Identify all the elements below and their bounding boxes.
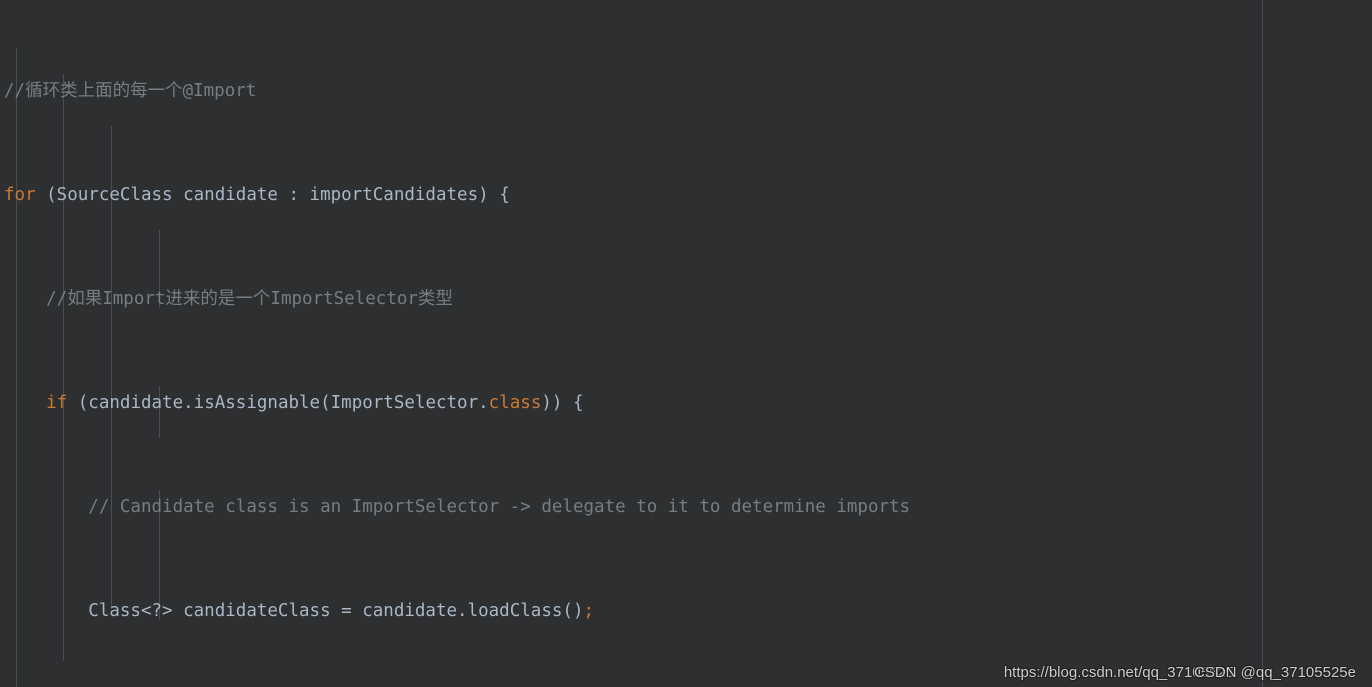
code-text[interactable]: //循环类上面的每一个@Import for (SourceClass cand… bbox=[0, 0, 1372, 687]
code-line: //循环类上面的每一个@Import bbox=[0, 78, 1372, 104]
code-token-comment: //循环类上面的每一个@Import bbox=[4, 81, 257, 101]
code-line: if (candidate.isAssignable(ImportSelecto… bbox=[46, 393, 584, 413]
code-line: // Candidate class is an ImportSelector … bbox=[4, 497, 911, 517]
code-line: for (SourceClass candidate : importCandi… bbox=[4, 185, 510, 205]
code-editor[interactable]: //循环类上面的每一个@Import for (SourceClass cand… bbox=[0, 0, 1372, 687]
code-line: Class<?> candidateClass = candidate.load… bbox=[4, 601, 595, 621]
code-line: //如果Import进来的是一个ImportSelector类型 bbox=[4, 289, 453, 309]
